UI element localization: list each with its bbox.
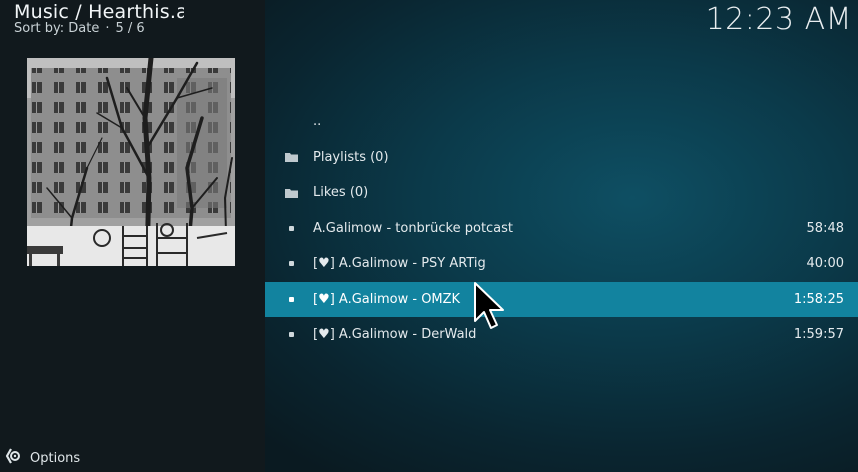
list-item-label: [♥] A.Galimow - DerWald <box>313 327 477 343</box>
sort-label: Sort by: Date <box>14 21 100 36</box>
options-label: Options <box>30 450 81 466</box>
bullet-icon <box>284 329 298 341</box>
mouse-cursor-icon <box>474 282 504 329</box>
track-duration: 1:59:57 <box>793 327 844 343</box>
bullet-icon <box>284 222 298 234</box>
list-item-label: Playlists (0) <box>313 149 389 165</box>
list-item-label: .. <box>313 114 322 130</box>
folder-icon <box>284 187 298 199</box>
folder-icon <box>284 151 298 163</box>
list-item-parent[interactable]: .. <box>265 104 858 140</box>
list-item-label: [♥] A.Galimow - OMZK <box>313 291 461 307</box>
options-gear-icon <box>5 448 21 468</box>
album-art-image <box>27 58 235 266</box>
list-item-label: [♥] A.Galimow - PSY ARTig <box>313 256 486 272</box>
list-item-label: Likes (0) <box>313 185 369 201</box>
list-item-label: A.Galimow - tonbrücke potcast <box>313 220 514 236</box>
track-duration: 58:48 <box>806 220 844 236</box>
separator: · <box>105 21 110 36</box>
track-duration: 1:58:25 <box>793 291 844 307</box>
file-list: .. Playlists (0) Likes (0) A.Galimow - t… <box>265 104 858 353</box>
list-item-playlists[interactable]: Playlists (0) <box>265 140 858 176</box>
track-duration: 40:00 <box>806 256 844 272</box>
sort-info[interactable]: Sort by: Date · 5 / 6 <box>14 21 145 36</box>
list-item-track-selected[interactable]: [♥] A.Galimow - OMZK 1:58:25 <box>265 281 858 317</box>
list-item-track[interactable]: [♥] A.Galimow - PSY ARTig 40:00 <box>265 246 858 282</box>
list-item-track[interactable]: A.Galimow - tonbrücke potcast 58:48 <box>265 211 858 247</box>
list-item-likes[interactable]: Likes (0) <box>265 175 858 211</box>
item-position: 5 / 6 <box>115 21 145 36</box>
clock: 12:23 AM <box>705 2 852 37</box>
list-item-track[interactable]: [♥] A.Galimow - DerWald 1:59:57 <box>265 317 858 353</box>
page-title: Music / Hearthis.at <box>14 1 184 23</box>
bullet-icon <box>284 293 298 305</box>
bullet-icon <box>284 258 298 270</box>
album-art <box>27 58 235 266</box>
options-button[interactable]: Options <box>5 448 80 468</box>
